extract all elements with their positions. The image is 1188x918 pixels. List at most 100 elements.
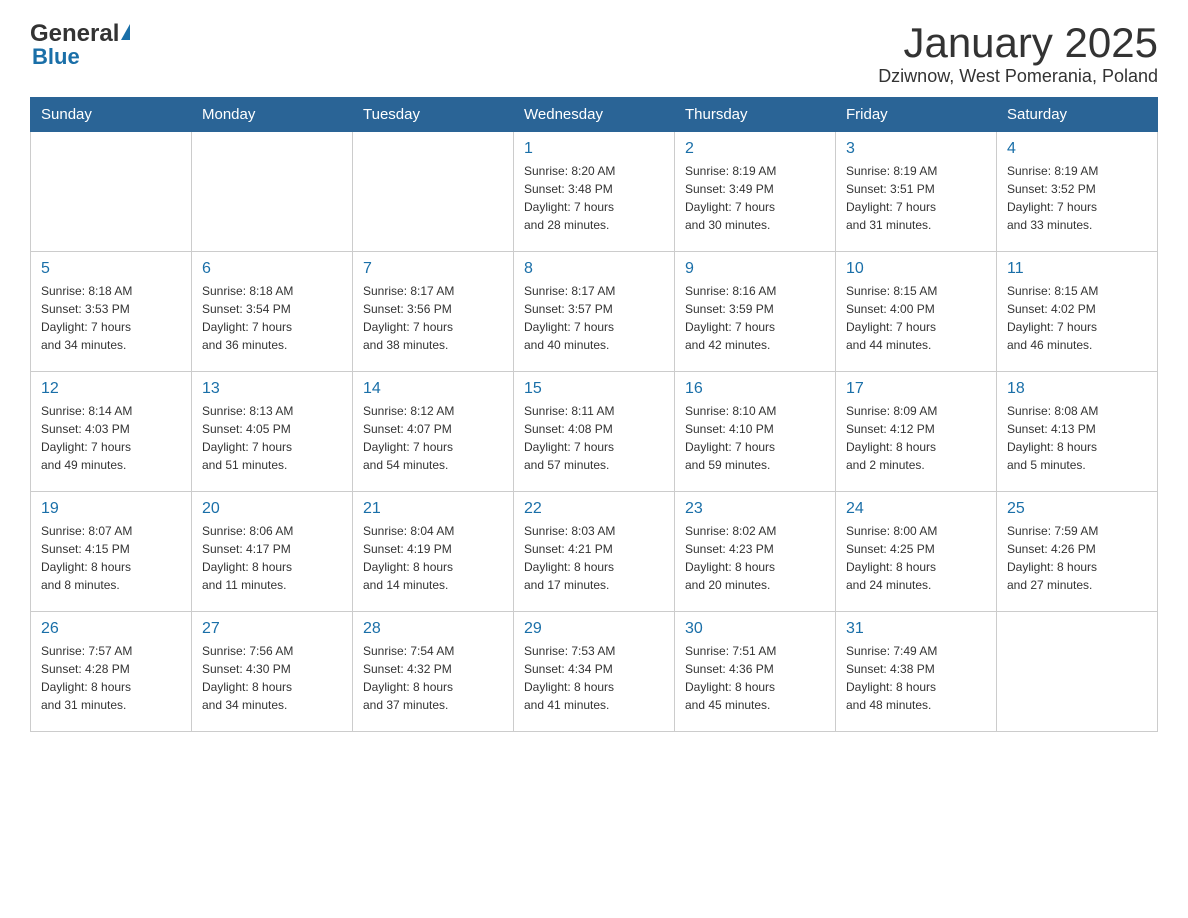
day-cell-9: 9 Sunrise: 8:16 AM Sunset: 3:59 PM Daylig… [675,252,836,372]
day-number-16: 16 [685,380,825,398]
day-info-17: Sunrise: 8:09 AM Sunset: 4:12 PM Dayligh… [846,402,986,474]
day-info-1: Sunrise: 8:20 AM Sunset: 3:48 PM Dayligh… [524,162,664,234]
day-cell-13: 13 Sunrise: 8:13 AM Sunset: 4:05 PM Dayli… [192,372,353,492]
day-info-13: Sunrise: 8:13 AM Sunset: 4:05 PM Dayligh… [202,402,342,474]
logo-triangle-icon [121,24,130,40]
header-wednesday: Wednesday [514,98,675,132]
day-number-19: 19 [41,500,181,518]
day-number-12: 12 [41,380,181,398]
day-cell-7: 7Sunrise: 8:17 AM Sunset: 3:56 PM Daylig… [353,252,514,372]
header-tuesday: Tuesday [353,98,514,132]
day-info-24: Sunrise: 8:00 AM Sunset: 4:25 PM Dayligh… [846,522,986,594]
day-cell-19: 19 Sunrise: 8:07 AM Sunset: 4:15 PM Dayli… [31,492,192,612]
day-number-30: 30 [685,620,825,638]
day-info-7: Sunrise: 8:17 AM Sunset: 3:56 PM Dayligh… [363,282,503,354]
day-info-21: Sunrise: 8:04 AM Sunset: 4:19 PM Dayligh… [363,522,503,594]
day-number-11: 11 [1007,260,1147,278]
day-cell-12: 12 Sunrise: 8:14 AM Sunset: 4:03 PM Dayli… [31,372,192,492]
day-number-5: 5 [41,260,181,278]
day-number-23: 23 [685,500,825,518]
day-cell-25: 25 Sunrise: 7:59 AM Sunset: 4:26 PM Dayli… [997,492,1158,612]
day-number-15: 15 [524,380,664,398]
day-number-10: 10 [846,260,986,278]
day-info-12: Sunrise: 8:14 AM Sunset: 4:03 PM Dayligh… [41,402,181,474]
day-cell-23: 23 Sunrise: 8:02 AM Sunset: 4:23 PM Dayli… [675,492,836,612]
day-cell-28: 28Sunrise: 7:54 AM Sunset: 4:32 PM Dayli… [353,612,514,732]
day-number-13: 13 [202,380,342,398]
day-cell-2: 2 Sunrise: 8:19 AM Sunset: 3:49 PM Daylig… [675,132,836,252]
day-cell-30: 30 Sunrise: 7:51 AM Sunset: 4:36 PM Dayli… [675,612,836,732]
day-cell-6: 6 Sunrise: 8:18 AM Sunset: 3:54 PM Daylig… [192,252,353,372]
empty-cell [192,132,353,252]
day-number-31: 31 [846,620,986,638]
day-number-26: 26 [41,620,181,638]
day-number-29: 29 [524,620,664,638]
day-number-22: 22 [524,500,664,518]
day-cell-21: 21Sunrise: 8:04 AM Sunset: 4:19 PM Dayli… [353,492,514,612]
header-monday: Monday [192,98,353,132]
week-row-5: 26Sunrise: 7:57 AM Sunset: 4:28 PM Dayli… [31,612,1158,732]
day-info-29: Sunrise: 7:53 AM Sunset: 4:34 PM Dayligh… [524,642,664,714]
empty-cell [997,612,1158,732]
day-info-11: Sunrise: 8:15 AM Sunset: 4:02 PM Dayligh… [1007,282,1147,354]
day-cell-8: 8Sunrise: 8:17 AM Sunset: 3:57 PM Daylig… [514,252,675,372]
day-cell-14: 14 Sunrise: 8:12 AM Sunset: 4:07 PM Dayli… [353,372,514,492]
day-cell-27: 27Sunrise: 7:56 AM Sunset: 4:30 PM Dayli… [192,612,353,732]
header-thursday: Thursday [675,98,836,132]
day-info-10: Sunrise: 8:15 AM Sunset: 4:00 PM Dayligh… [846,282,986,354]
day-info-22: Sunrise: 8:03 AM Sunset: 4:21 PM Dayligh… [524,522,664,594]
week-row-3: 12 Sunrise: 8:14 AM Sunset: 4:03 PM Dayli… [31,372,1158,492]
day-cell-20: 20 Sunrise: 8:06 AM Sunset: 4:17 PM Dayli… [192,492,353,612]
week-row-4: 19 Sunrise: 8:07 AM Sunset: 4:15 PM Dayli… [31,492,1158,612]
header-friday: Friday [836,98,997,132]
week-row-1: 1Sunrise: 8:20 AM Sunset: 3:48 PM Daylig… [31,132,1158,252]
day-number-24: 24 [846,500,986,518]
empty-cell [31,132,192,252]
day-cell-10: 10 Sunrise: 8:15 AM Sunset: 4:00 PM Dayli… [836,252,997,372]
day-info-14: Sunrise: 8:12 AM Sunset: 4:07 PM Dayligh… [363,402,503,474]
day-cell-16: 16 Sunrise: 8:10 AM Sunset: 4:10 PM Dayli… [675,372,836,492]
day-cell-1: 1Sunrise: 8:20 AM Sunset: 3:48 PM Daylig… [514,132,675,252]
day-number-9: 9 [685,260,825,278]
day-info-18: Sunrise: 8:08 AM Sunset: 4:13 PM Dayligh… [1007,402,1147,474]
day-info-28: Sunrise: 7:54 AM Sunset: 4:32 PM Dayligh… [363,642,503,714]
day-number-2: 2 [685,140,825,158]
day-info-9: Sunrise: 8:16 AM Sunset: 3:59 PM Dayligh… [685,282,825,354]
day-info-30: Sunrise: 7:51 AM Sunset: 4:36 PM Dayligh… [685,642,825,714]
day-number-4: 4 [1007,140,1147,158]
title-block: January 2025 Dziwnow, West Pomerania, Po… [878,20,1158,87]
day-info-23: Sunrise: 8:02 AM Sunset: 4:23 PM Dayligh… [685,522,825,594]
calendar-subtitle: Dziwnow, West Pomerania, Poland [878,66,1158,87]
day-info-3: Sunrise: 8:19 AM Sunset: 3:51 PM Dayligh… [846,162,986,234]
day-info-5: Sunrise: 8:18 AM Sunset: 3:53 PM Dayligh… [41,282,181,354]
day-number-17: 17 [846,380,986,398]
day-number-6: 6 [202,260,342,278]
header-saturday: Saturday [997,98,1158,132]
day-info-25: Sunrise: 7:59 AM Sunset: 4:26 PM Dayligh… [1007,522,1147,594]
day-info-4: Sunrise: 8:19 AM Sunset: 3:52 PM Dayligh… [1007,162,1147,234]
day-cell-24: 24 Sunrise: 8:00 AM Sunset: 4:25 PM Dayli… [836,492,997,612]
day-cell-4: 4 Sunrise: 8:19 AM Sunset: 3:52 PM Daylig… [997,132,1158,252]
day-cell-26: 26Sunrise: 7:57 AM Sunset: 4:28 PM Dayli… [31,612,192,732]
day-info-2: Sunrise: 8:19 AM Sunset: 3:49 PM Dayligh… [685,162,825,234]
day-info-31: Sunrise: 7:49 AM Sunset: 4:38 PM Dayligh… [846,642,986,714]
calendar-header-row: SundayMondayTuesdayWednesdayThursdayFrid… [31,98,1158,132]
day-cell-22: 22 Sunrise: 8:03 AM Sunset: 4:21 PM Dayli… [514,492,675,612]
calendar-table: SundayMondayTuesdayWednesdayThursdayFrid… [30,97,1158,732]
day-number-25: 25 [1007,500,1147,518]
day-info-20: Sunrise: 8:06 AM Sunset: 4:17 PM Dayligh… [202,522,342,594]
day-number-3: 3 [846,140,986,158]
day-info-16: Sunrise: 8:10 AM Sunset: 4:10 PM Dayligh… [685,402,825,474]
day-info-6: Sunrise: 8:18 AM Sunset: 3:54 PM Dayligh… [202,282,342,354]
day-cell-18: 18 Sunrise: 8:08 AM Sunset: 4:13 PM Dayli… [997,372,1158,492]
day-number-18: 18 [1007,380,1147,398]
day-number-8: 8 [524,260,664,278]
empty-cell [353,132,514,252]
day-number-20: 20 [202,500,342,518]
page-header: General Blue January 2025 Dziwnow, West … [30,20,1158,87]
day-number-27: 27 [202,620,342,638]
header-sunday: Sunday [31,98,192,132]
day-info-19: Sunrise: 8:07 AM Sunset: 4:15 PM Dayligh… [41,522,181,594]
day-number-14: 14 [363,380,503,398]
day-cell-3: 3 Sunrise: 8:19 AM Sunset: 3:51 PM Daylig… [836,132,997,252]
